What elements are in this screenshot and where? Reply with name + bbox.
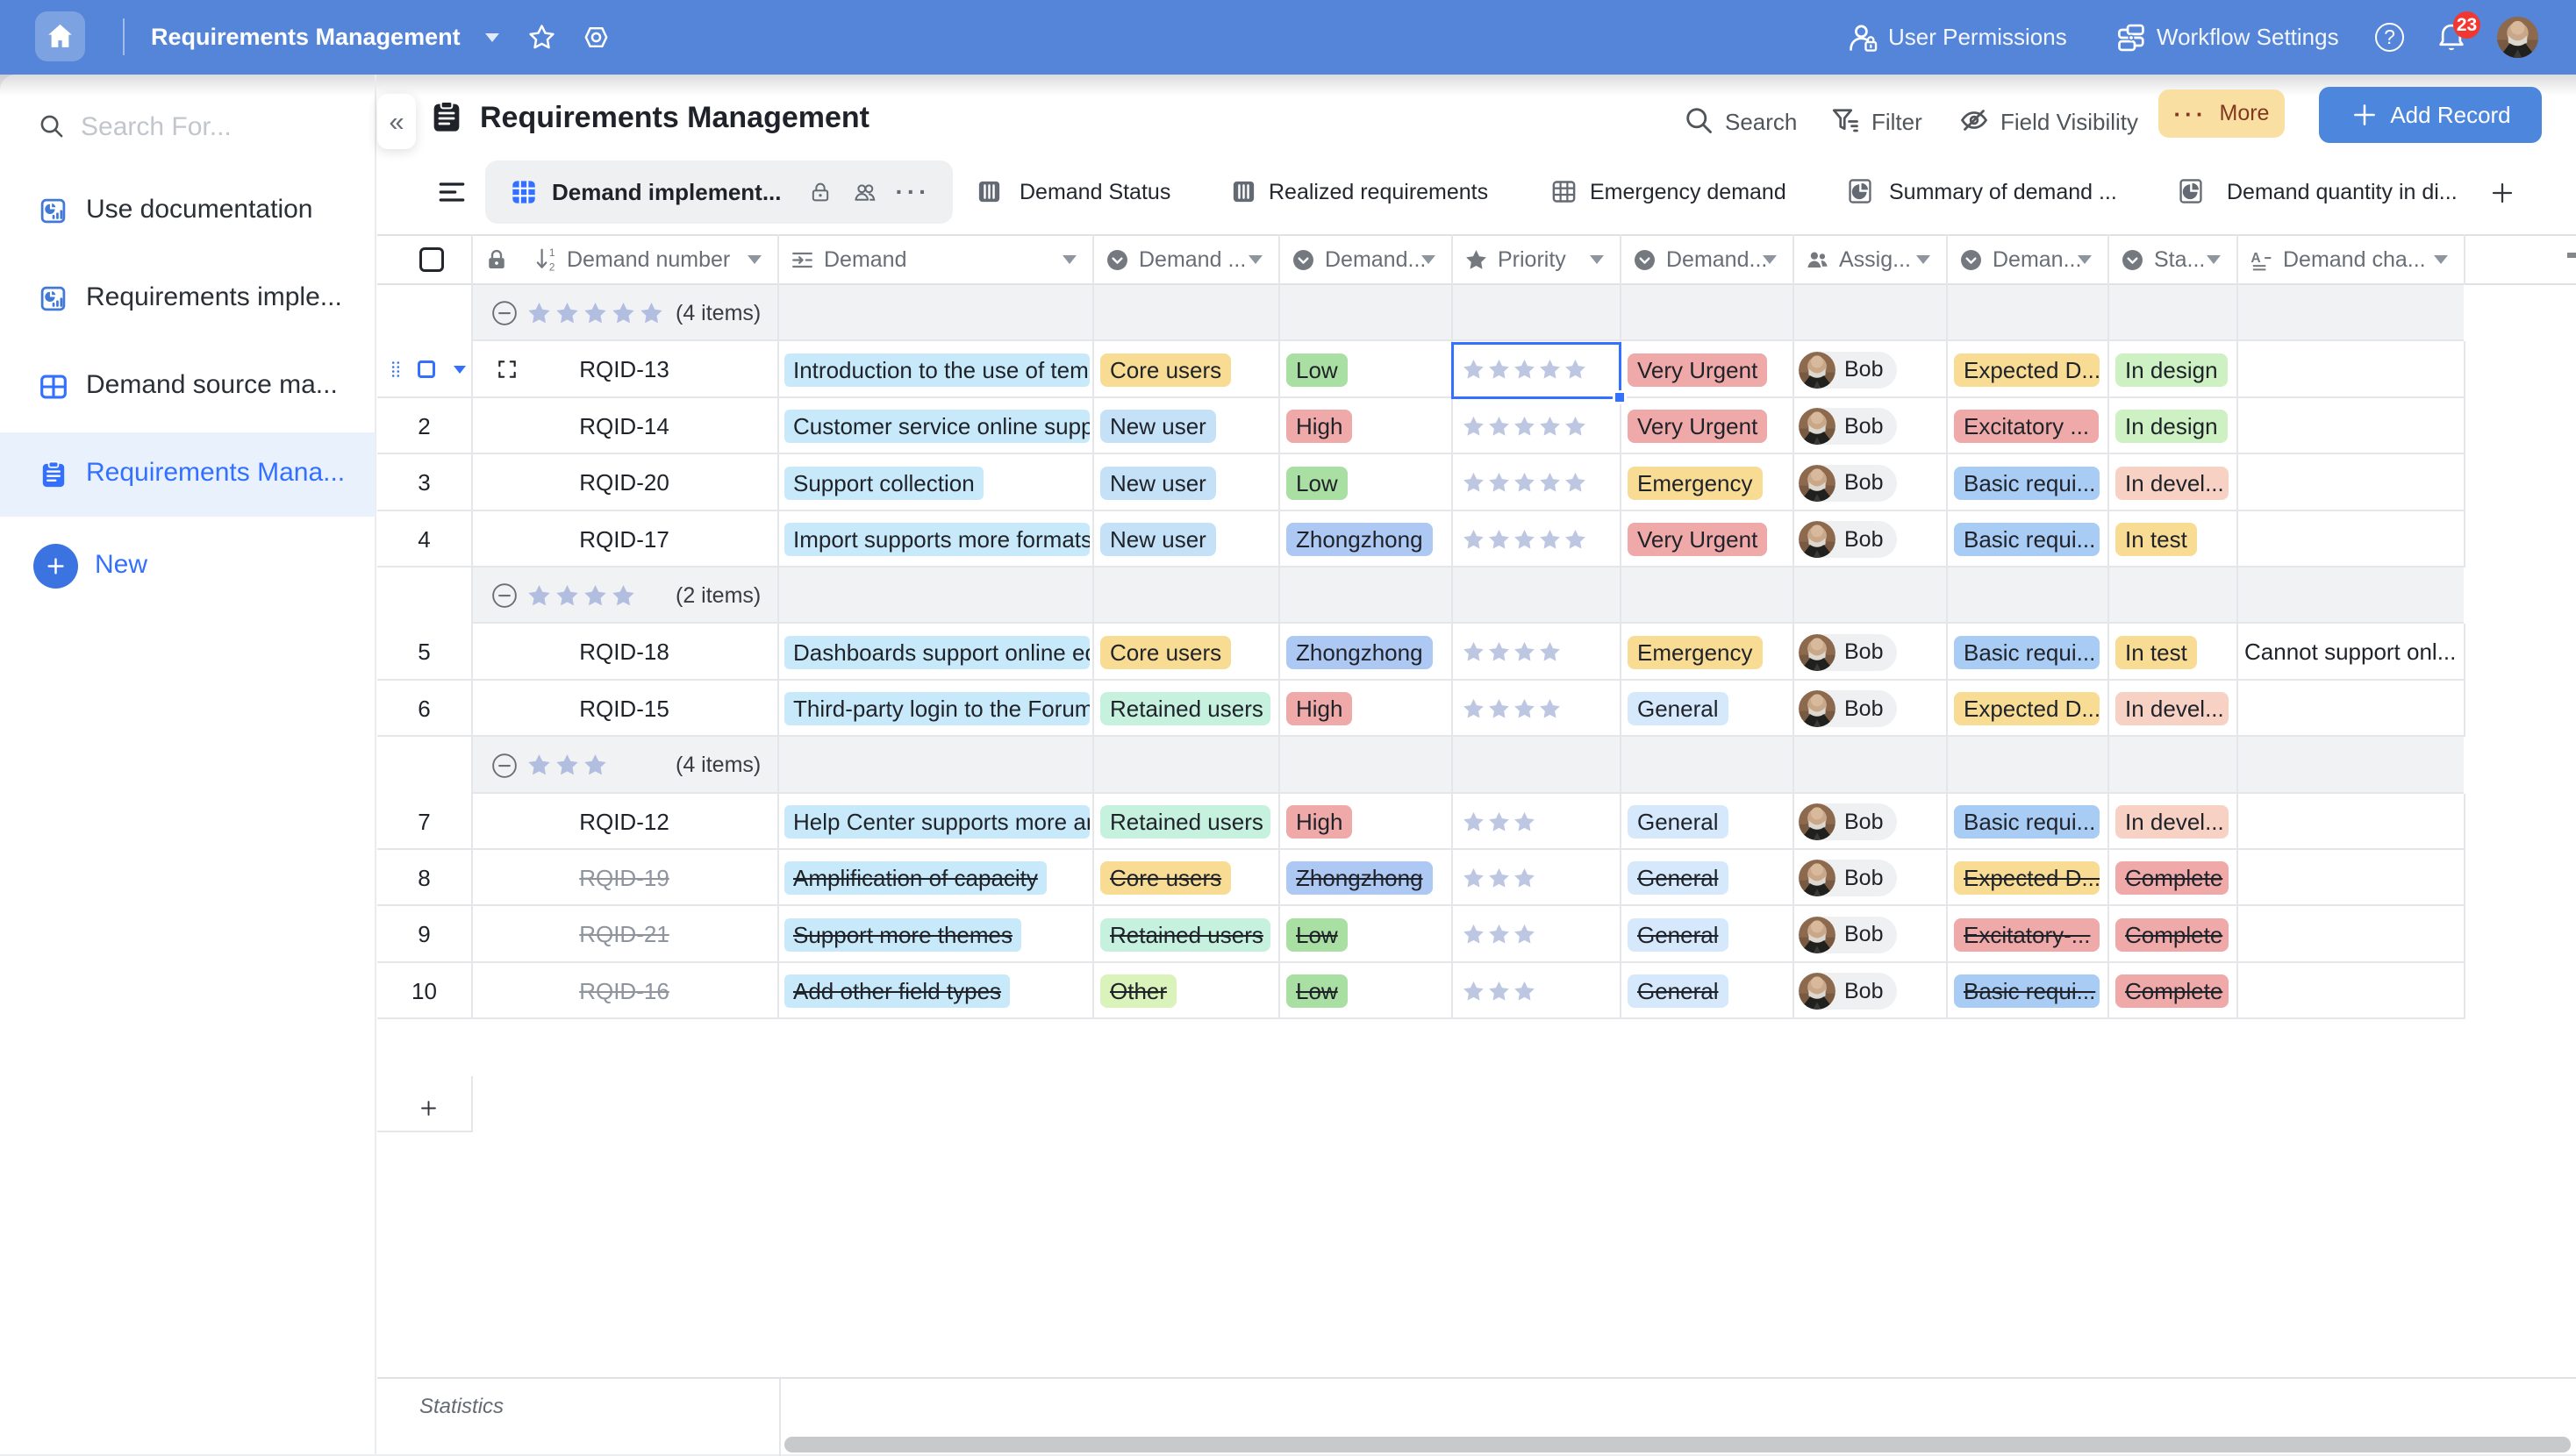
svg-text:A: A [2250,250,2260,265]
svg-text:1: 1 [549,246,555,258]
svg-text:2: 2 [549,261,555,273]
